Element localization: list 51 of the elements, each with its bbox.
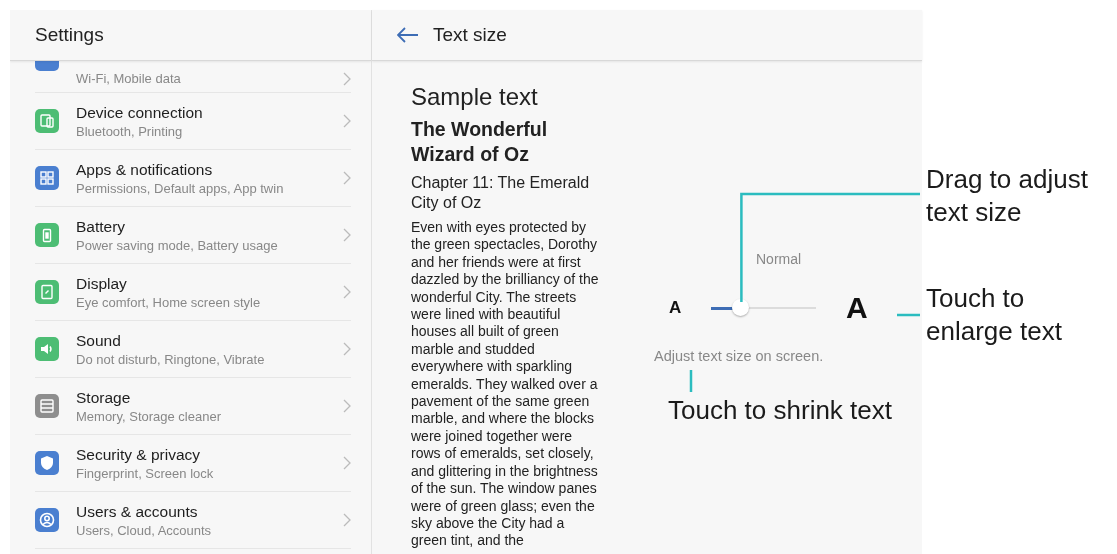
callout-text: Touch to shrink text [668, 394, 892, 427]
chevron-icon [343, 399, 351, 413]
book-title: The Wonderful Wizard of Oz [411, 117, 549, 167]
shrink-text-button[interactable]: A [669, 298, 711, 318]
callout-text: Drag to adjust text size [926, 163, 1089, 229]
settings-title: Settings [35, 24, 104, 46]
chapter-title: Chapter 11: The Emerald City of Oz [411, 173, 591, 213]
chevron-icon [343, 285, 351, 299]
back-arrow-icon[interactable] [397, 27, 419, 43]
size-value-label: Normal [756, 251, 803, 267]
settings-item[interactable]: Sound Do not disturb, Ringtone, Vibrate [35, 321, 351, 378]
enlarge-text-button[interactable]: A [846, 291, 868, 325]
settings-item[interactable]: Security & privacy Fingerprint, Screen lock [35, 435, 351, 492]
item-subtitle: Memory, Storage cleaner [76, 408, 222, 424]
chevron-icon [343, 171, 351, 185]
chevron-icon [343, 342, 351, 356]
settings-item[interactable]: Display Eye comfort, Home screen style [35, 264, 351, 321]
chevron-icon [343, 72, 351, 86]
settings-item[interactable]: Battery Power saving mode, Battery usage [35, 207, 351, 264]
sample-paragraph: Even with eyes protected by the green spectacles, Dorothy and her friends were at first dazzled by the brilliancy of the wonderful City. The streets were lined with beautiful houses all built of green marble and studded everywhere with sparkling emeralds. They walked over a pavement of the same green marble, and where the blocks were joined together were rows of emeralds, set closely, and glittering in the brightness of the sun. The window panes were of green glass; even the sky above the City had a green tint, and the [411, 219, 600, 550]
chevron-icon [343, 456, 351, 470]
item-title: Device connection [76, 103, 204, 122]
item-title: Display [76, 274, 128, 293]
item-title: Apps & notifications [76, 160, 214, 179]
item-subtitle: Bluetooth, Printing [76, 123, 184, 139]
item-title: Battery [76, 217, 127, 236]
slider-caption: Adjust text size on screen. [654, 348, 825, 364]
leader-line [897, 313, 920, 317]
item-subtitle: Fingerprint, Screen lock [76, 465, 215, 481]
chevron-icon [343, 513, 351, 527]
slider-thumb[interactable] [732, 299, 750, 316]
item-subtitle: Permissions, Default apps, App twin [76, 180, 285, 196]
item-subtitle: Users, Cloud, Accounts [76, 522, 213, 538]
chevron-icon [343, 114, 351, 128]
item-subtitle: Wi-Fi, Mobile data [76, 71, 182, 86]
leader-line [689, 370, 693, 392]
item-subtitle: Power saving mode, Battery usage [76, 237, 279, 253]
item-title: Sound [76, 331, 122, 350]
settings-item[interactable]: Users & accounts Users, Cloud, Accounts [35, 492, 351, 549]
chevron-icon [343, 228, 351, 242]
page-title: Text size [433, 24, 507, 46]
item-title: Storage [76, 388, 132, 407]
sample-heading: Sample text [411, 83, 539, 111]
settings-item[interactable]: Storage Memory, Storage cleaner [35, 378, 351, 435]
item-title: Users & accounts [76, 502, 199, 521]
item-title: Security & privacy [76, 445, 202, 464]
settings-item[interactable]: Apps & notifications Permissions, Default apps, App twin [35, 150, 351, 207]
item-subtitle: Do not disturb, Ringtone, Vibrate [76, 351, 266, 367]
item-subtitle: Eye comfort, Home screen style [76, 294, 262, 310]
callout-text: Touch to enlarge text [926, 282, 1063, 348]
settings-item[interactable]: Device connection Bluetooth, Printing [35, 93, 351, 150]
